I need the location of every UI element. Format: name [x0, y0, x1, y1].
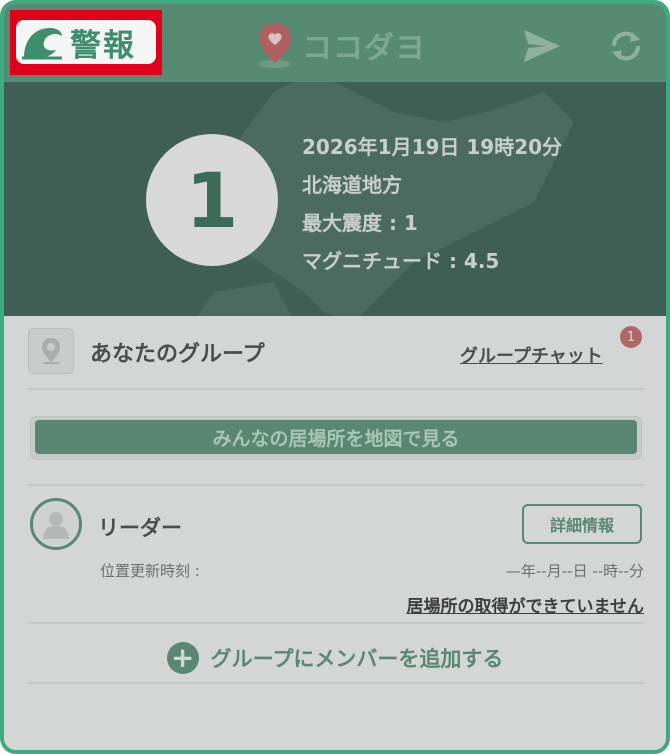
avatar — [30, 498, 82, 550]
chat-unread-badge: 1 — [620, 326, 642, 348]
details-button[interactable]: 詳細情報 — [522, 504, 642, 544]
user-icon — [43, 512, 69, 539]
divider — [28, 388, 644, 390]
quake-magnitude: マグニチュード : 4.5 — [302, 249, 500, 273]
divider — [28, 622, 644, 624]
top-bar: 警報 ココダヨ — [4, 4, 666, 82]
group-icon — [28, 328, 74, 374]
plus-icon: + — [166, 642, 199, 674]
alert-button[interactable]: 警報 — [16, 20, 156, 64]
quake-datetime: 2026年1月19日 19時20分 — [302, 135, 563, 159]
group-header: あなたのグループ グループチャット 1 — [28, 326, 644, 378]
quake-region: 北海道地方 — [302, 173, 402, 197]
group-panel: あなたのグループ グループチャット 1 みんなの居場所を地図で見る リーダー 詳… — [4, 316, 666, 750]
view-map-button[interactable]: みんなの居場所を地図で見る — [35, 420, 637, 454]
group-pin-icon — [42, 338, 60, 364]
group-chat-link[interactable]: グループチャット — [460, 342, 603, 368]
member-card: リーダー 詳細情報 位置更新時刻 : —年--月--日 --時--分 居場所の取… — [28, 496, 645, 617]
quake-max-intensity: 最大震度 : 1 — [302, 211, 418, 235]
member-role: リーダー — [98, 516, 182, 540]
intensity-circle: 1 — [146, 134, 278, 266]
wave-icon — [22, 28, 62, 60]
alert-button-highlight[interactable]: 警報 — [10, 10, 162, 75]
update-time-label: 位置更新時刻 : — [100, 562, 200, 580]
group-title: あなたのグループ — [90, 342, 265, 367]
add-member-button[interactable]: + グループにメンバーを追加する — [4, 638, 666, 678]
app-name: ココダヨ — [302, 31, 426, 66]
location-pin-icon — [259, 23, 291, 68]
add-member-label: グループにメンバーを追加する — [210, 647, 504, 671]
earthquake-panel[interactable]: 1 2026年1月19日 19時20分 北海道地方 最大震度 : 1 マグニチュ… — [4, 82, 666, 316]
map-button-container: みんなの居場所を地図で見る — [30, 416, 642, 460]
quake-info: 2026年1月19日 19時20分 北海道地方 最大震度 : 1 マグニチュード… — [302, 128, 562, 280]
send-icon[interactable] — [522, 28, 562, 64]
app-frame: 警報 ココダヨ 1 2026年1月19日 19時20分 北海道地方 最大震度:… — [0, 0, 670, 754]
app-logo: ココダヨ — [254, 22, 426, 68]
location-unavailable-link[interactable]: 居場所の取得ができていません — [407, 592, 645, 617]
alert-label: 警報 — [70, 27, 136, 64]
divider — [28, 484, 644, 486]
update-time-value: —年--月--日 --時--分 — [505, 562, 644, 580]
refresh-icon[interactable] — [606, 26, 646, 66]
divider — [28, 682, 644, 684]
